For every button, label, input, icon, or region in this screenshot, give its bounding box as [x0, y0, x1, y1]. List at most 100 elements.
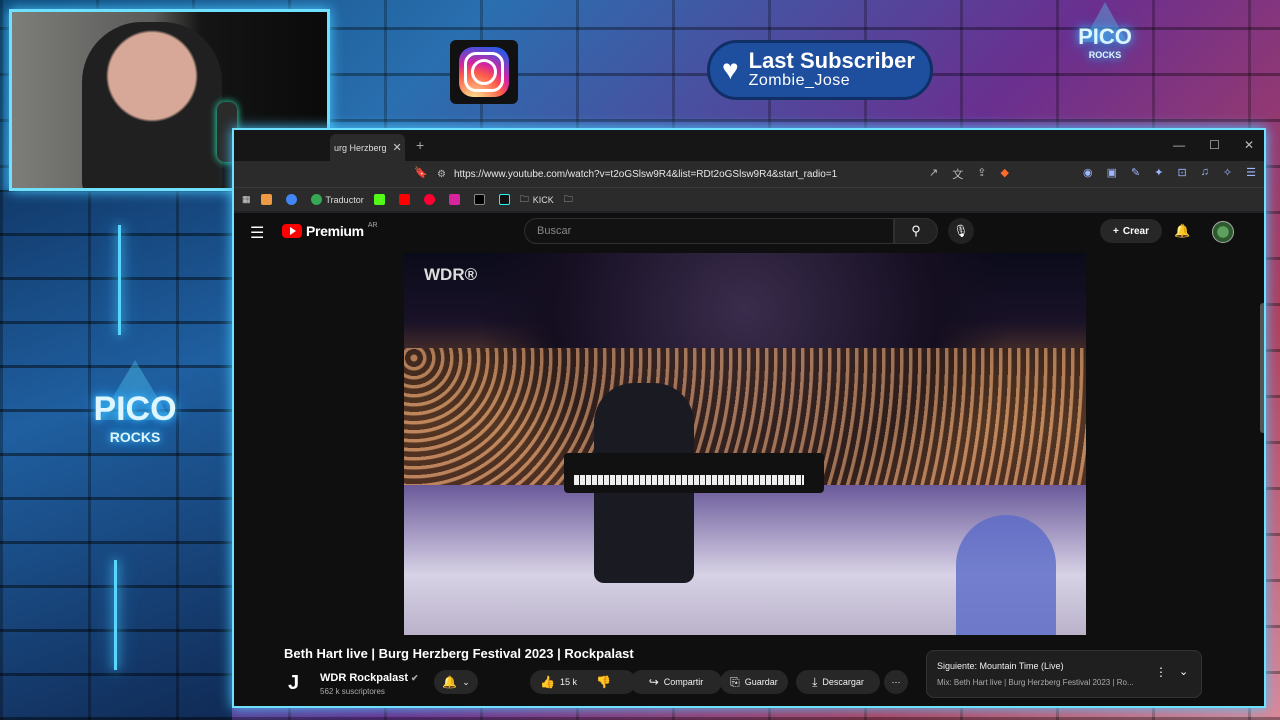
tab-active[interactable]: urg Herzberg ✕ — [330, 134, 405, 161]
apps-icon[interactable]: ▦ — [242, 194, 251, 205]
url-actions: ↗ 文 ⇪ ◆ — [929, 166, 1009, 182]
browser-window: urg Herzberg ✕ + — ☐ ✕ 🔖 ⚙ https://www.y… — [232, 128, 1266, 708]
tab-title: urg Herzberg — [334, 142, 387, 153]
bookmarks-bar: ▦ Traductor 🗀 KICK 🗀 — [234, 187, 1264, 211]
plus-icon: + — [1113, 225, 1119, 237]
bookmark-x[interactable] — [473, 194, 489, 205]
extensions-toolbar: ◉ ▣ ✎ ✦ ⊡ ♫ ✧ ☰ — [1083, 166, 1256, 179]
page-scrollbar[interactable] — [1260, 303, 1264, 433]
wdr-watermark: WDR® — [424, 265, 478, 284]
last-subscriber-name: Zombie_Jose — [748, 72, 851, 89]
brave-shields-icon[interactable]: ◆ — [1000, 166, 1008, 182]
youtube-music-icon — [423, 194, 435, 205]
bell-icon: 🔔 — [442, 675, 458, 689]
search-icon: ⚲ — [911, 223, 921, 238]
video-piano — [564, 453, 824, 493]
voice-search-button[interactable]: 🎙 — [948, 218, 974, 244]
logo-top-subtext: ROCKS — [1088, 50, 1122, 60]
search-input[interactable]: Buscar — [524, 218, 894, 244]
close-window-icon[interactable]: ✕ — [1244, 138, 1254, 152]
extensions-icon[interactable]: ✦ — [1154, 166, 1163, 179]
bookmark-photos[interactable] — [260, 194, 276, 205]
neon-line-bottom — [114, 560, 117, 670]
folder-icon: 🗀 — [563, 193, 573, 204]
bookmark-google[interactable] — [285, 194, 301, 205]
avatar[interactable] — [1212, 221, 1234, 243]
chevron-down-icon[interactable]: ⌄ — [1179, 665, 1188, 678]
instagram-small-icon — [448, 194, 460, 205]
site-settings-icon[interactable]: ⚙ — [437, 169, 446, 180]
share-button[interactable]: ↪ Compartir — [630, 670, 722, 694]
bookmark-instagram[interactable] — [448, 194, 464, 205]
folder-icon: 🗀 — [519, 193, 529, 204]
bookmark-ytmusic[interactable] — [423, 194, 439, 205]
last-subscriber-label: Last Subscriber — [748, 48, 915, 73]
youtube-play-icon — [282, 224, 302, 238]
instagram-badge — [450, 40, 518, 104]
download-label: Descargar — [822, 677, 864, 687]
close-tab-icon[interactable]: ✕ — [393, 141, 402, 154]
logo-side-text: PICO — [93, 390, 177, 428]
kebab-menu-icon[interactable]: ⋮ — [1155, 665, 1167, 679]
channel-logo-icon[interactable]: J — [288, 672, 312, 696]
logo-side-subtext: ROCKS — [109, 429, 161, 445]
bookmark-label: KICK — [532, 194, 554, 205]
like-dislike-group: 👍 15 k 👎 — [530, 670, 636, 694]
more-horizontal-icon: ⋯ — [891, 676, 901, 687]
minimize-icon[interactable]: — — [1173, 138, 1185, 152]
like-icon[interactable]: 👍 — [540, 675, 555, 689]
pico-rocks-logo-side: PICO ROCKS — [70, 360, 200, 445]
bookmark-save-icon: ⎘ — [730, 674, 740, 689]
verified-icon: ✔ — [411, 673, 419, 683]
pen-icon[interactable]: ✎ — [1131, 166, 1140, 179]
screenshot-icon[interactable]: ⊡ — [1177, 166, 1186, 179]
youtube-icon — [398, 194, 410, 205]
channel-name-text: WDR Rockpalast — [320, 672, 409, 684]
bookmark-icon[interactable]: 🔖 — [414, 166, 428, 179]
bookmark-youtube[interactable] — [398, 194, 414, 205]
bookmark-traductor[interactable]: Traductor — [310, 194, 364, 205]
read-aloud-icon[interactable]: ◉ — [1083, 166, 1093, 179]
download-button[interactable]: ⤓ Descargar — [796, 670, 880, 694]
share-icon[interactable]: ⇪ — [977, 166, 986, 182]
up-next-panel[interactable]: Siguiente: Mountain Time (Live) Mix: Bet… — [926, 650, 1202, 698]
ai-icon[interactable]: ✧ — [1223, 166, 1232, 179]
new-tab-button[interactable]: + — [416, 137, 424, 153]
country-code: AR — [367, 221, 378, 229]
address-bar-row: 🔖 ⚙ https://www.youtube.com/watch?v=t2oG… — [234, 161, 1264, 187]
save-button[interactable]: ⎘ Guardar — [720, 670, 788, 694]
bookmark-folder-kick[interactable]: 🗀 KICK — [520, 192, 554, 208]
dislike-icon[interactable]: 👎 — [596, 675, 611, 689]
bookmark-tiktok[interactable] — [498, 194, 510, 205]
notifications-bell-icon[interactable]: 🔔 — [1174, 223, 1190, 239]
create-button[interactable]: + Crear — [1100, 219, 1162, 243]
video-title: Beth Hart live | Burg Herzberg Festival … — [284, 646, 634, 661]
hamburger-menu-icon[interactable]: ☰ — [250, 223, 264, 243]
channel-subscribers: 562 k suscriptores — [320, 687, 385, 696]
bookmark-kick[interactable] — [373, 194, 389, 205]
bookmark-folder[interactable]: 🗀 — [564, 192, 577, 208]
google-translate-icon — [310, 194, 322, 205]
more-actions-button[interactable]: ⋯ — [884, 670, 908, 694]
up-next-title: Siguiente: Mountain Time (Live) — [937, 661, 1064, 671]
chevron-down-icon: ⌄ — [462, 676, 470, 687]
google-icon — [285, 194, 297, 205]
channel-name[interactable]: WDR Rockpalast ✔ — [320, 672, 419, 684]
up-next-subtitle: Mix: Beth Hart live | Burg Herzberg Fest… — [937, 678, 1134, 687]
like-count[interactable]: 15 k — [560, 677, 577, 687]
subscription-bell-button[interactable]: 🔔 ⌄ — [434, 670, 478, 694]
youtube-logo[interactable]: Premium AR — [282, 221, 378, 239]
share-arrow-icon: ↪ — [648, 675, 659, 689]
search-button[interactable]: ⚲ — [894, 218, 938, 244]
open-external-icon[interactable]: ↗ — [929, 166, 938, 182]
maximize-icon[interactable]: ☐ — [1209, 138, 1220, 152]
youtube-page: ☰ Premium AR Buscar ⚲ 🎙 + Crear 🔔 WDR® B… — [234, 213, 1264, 706]
translator-extension-icon[interactable]: ▣ — [1107, 166, 1117, 179]
streamer-figure — [82, 22, 222, 188]
music-icon[interactable]: ♫ — [1201, 166, 1209, 179]
translate-icon[interactable]: 文 — [952, 166, 963, 182]
bookmark-label: Traductor — [325, 194, 364, 205]
video-player[interactable]: WDR® — [404, 253, 1086, 635]
youtube-header: ☰ Premium AR Buscar ⚲ 🎙 + Crear 🔔 — [234, 213, 1264, 253]
menu-icon[interactable]: ☰ — [1246, 166, 1256, 179]
